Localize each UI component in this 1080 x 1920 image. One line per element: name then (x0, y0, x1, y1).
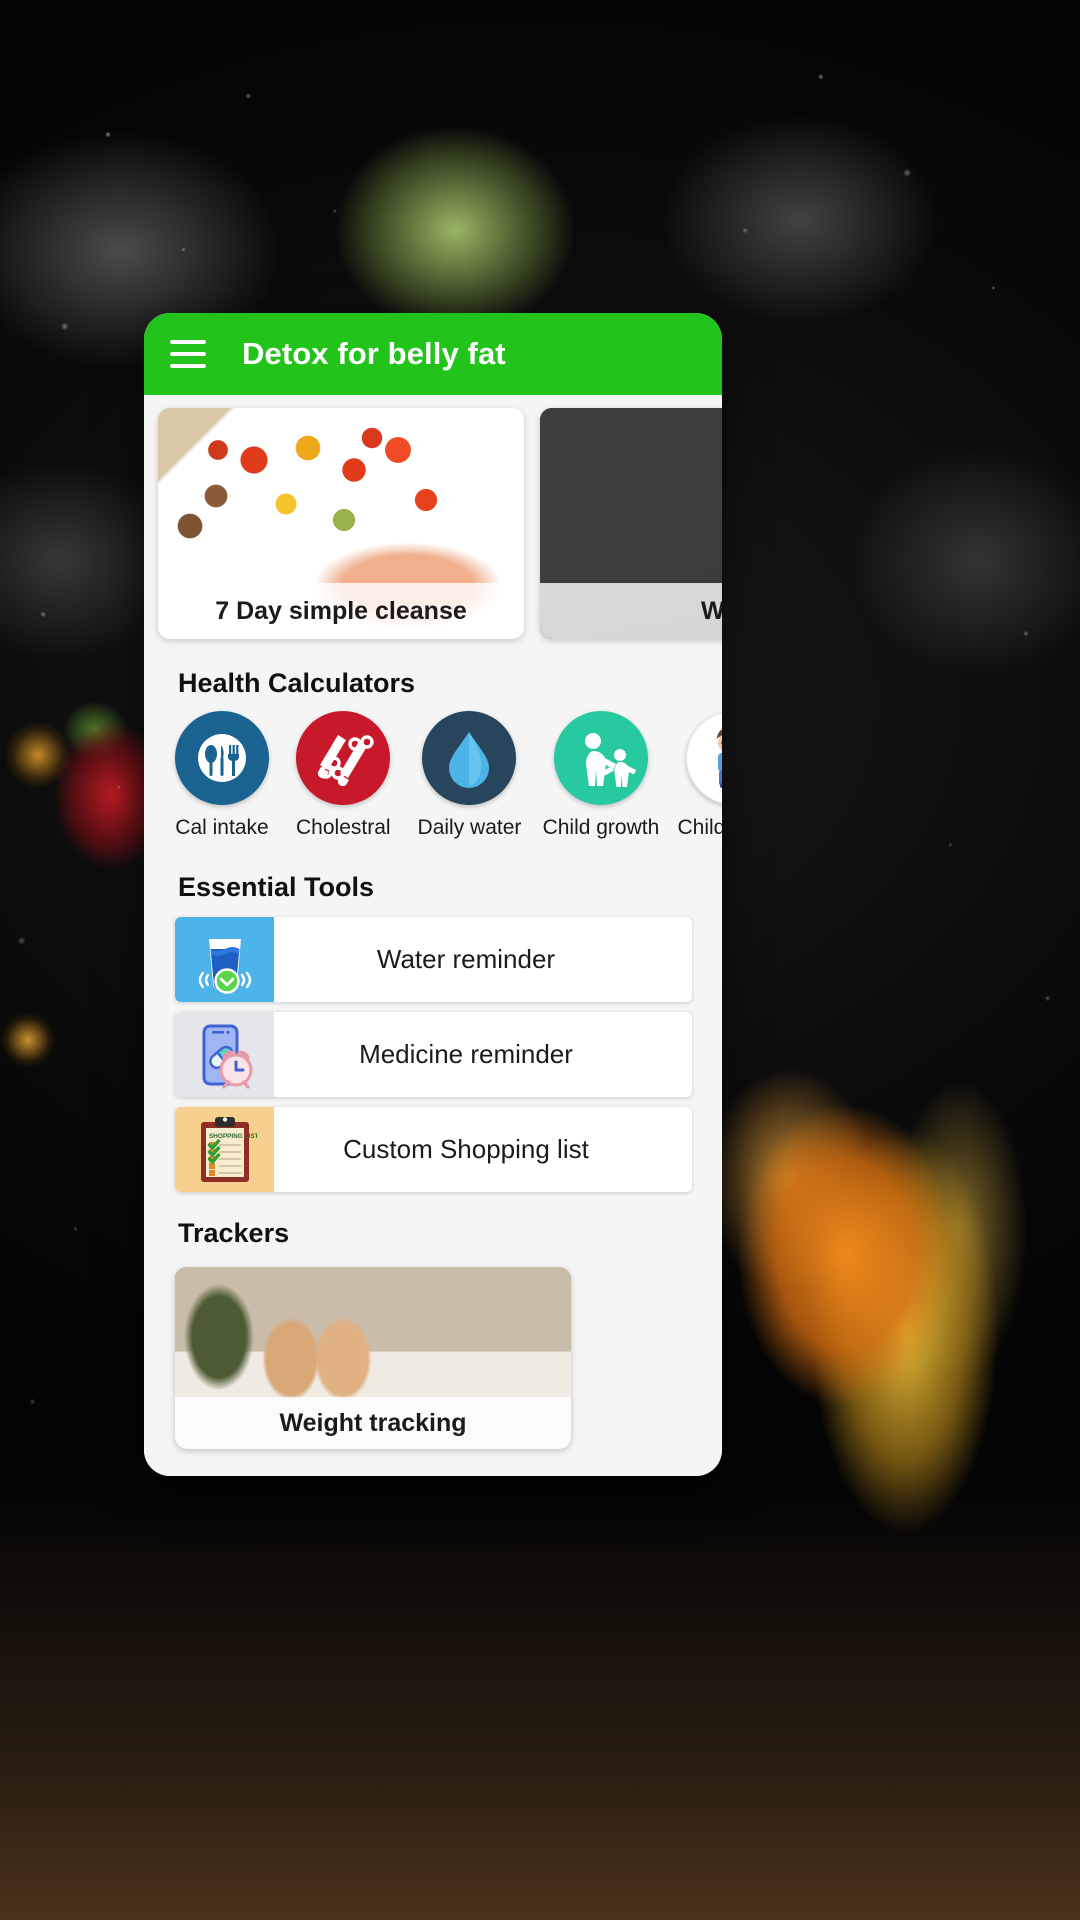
tool-row-custom-shopping-list[interactable]: SHOPPING LIST Custom Shopping list (175, 1107, 692, 1192)
scroll-content[interactable]: 7 Day simple cleanse Wei Health Calculat… (144, 395, 722, 1476)
water-glass-clock-icon (175, 917, 274, 1002)
calculator-item-daily-water[interactable]: Daily water (417, 711, 522, 840)
shopping-list-clipboard-icon: SHOPPING LIST (175, 1107, 274, 1192)
app-bar: Detox for belly fat (144, 313, 722, 395)
tool-row-medicine-reminder[interactable]: Medicine reminder (175, 1012, 692, 1097)
carousel-card-title: 7 Day simple cleanse (158, 583, 524, 639)
calculator-label: Daily water (417, 816, 522, 839)
section-heading-health-calculators: Health Calculators (178, 668, 416, 698)
calculator-item-child-growth[interactable]: Child growth (543, 711, 659, 840)
phone-pill-alarm-icon (175, 1012, 274, 1097)
featured-carousel[interactable]: 7 Day simple cleanse Wei (144, 395, 722, 652)
carousel-card-title: Wei (540, 583, 722, 639)
tool-label: Water reminder (376, 944, 556, 974)
tool-row-water-reminder[interactable]: Water reminder (175, 917, 692, 1002)
calculator-label: Cholestral (296, 816, 391, 839)
tool-label: Medicine reminder (359, 1039, 573, 1069)
calculator-item-cholestral[interactable]: Cholestral (296, 711, 391, 840)
calculator-label: Cal intake (175, 816, 269, 839)
calculator-label: Child growth (542, 816, 660, 839)
carousel-card[interactable]: Wei (540, 408, 722, 639)
section-heading-essential-tools: Essential Tools (178, 872, 375, 902)
tracker-card-title: Weight tracking (175, 1397, 571, 1449)
hamburger-menu-icon[interactable] (170, 340, 206, 368)
plate-cutlery-icon (175, 711, 269, 805)
page-title: Detox for belly fat (242, 336, 506, 371)
child-ruler-icon (685, 711, 722, 805)
trackers-list: Weight tracking (144, 1261, 722, 1449)
tracker-card-weight-tracking[interactable]: Weight tracking (175, 1267, 571, 1449)
calculator-item-child-height[interactable]: Child height (677, 711, 722, 840)
water-drop-icon (422, 711, 517, 805)
calculator-item-cal-intake[interactable]: Cal intake (175, 711, 269, 840)
section-heading-trackers: Trackers (178, 1218, 290, 1248)
carousel-card[interactable]: 7 Day simple cleanse (158, 408, 524, 639)
blood-vials-icon (296, 711, 391, 805)
calculator-label: Child height (677, 816, 722, 839)
svg-text:SHOPPING LIST: SHOPPING LIST (209, 1133, 257, 1140)
app-window: Detox for belly fat 7 Day simple cleanse… (144, 313, 722, 1476)
health-calculators-row: Cal intake Cholestral Daily water Child … (144, 711, 722, 840)
tool-label: Custom Shopping list (343, 1134, 589, 1164)
essential-tools-list: Water reminder Medicine reminder SHOPPIN… (144, 915, 722, 1192)
parent-child-icon (553, 711, 648, 805)
